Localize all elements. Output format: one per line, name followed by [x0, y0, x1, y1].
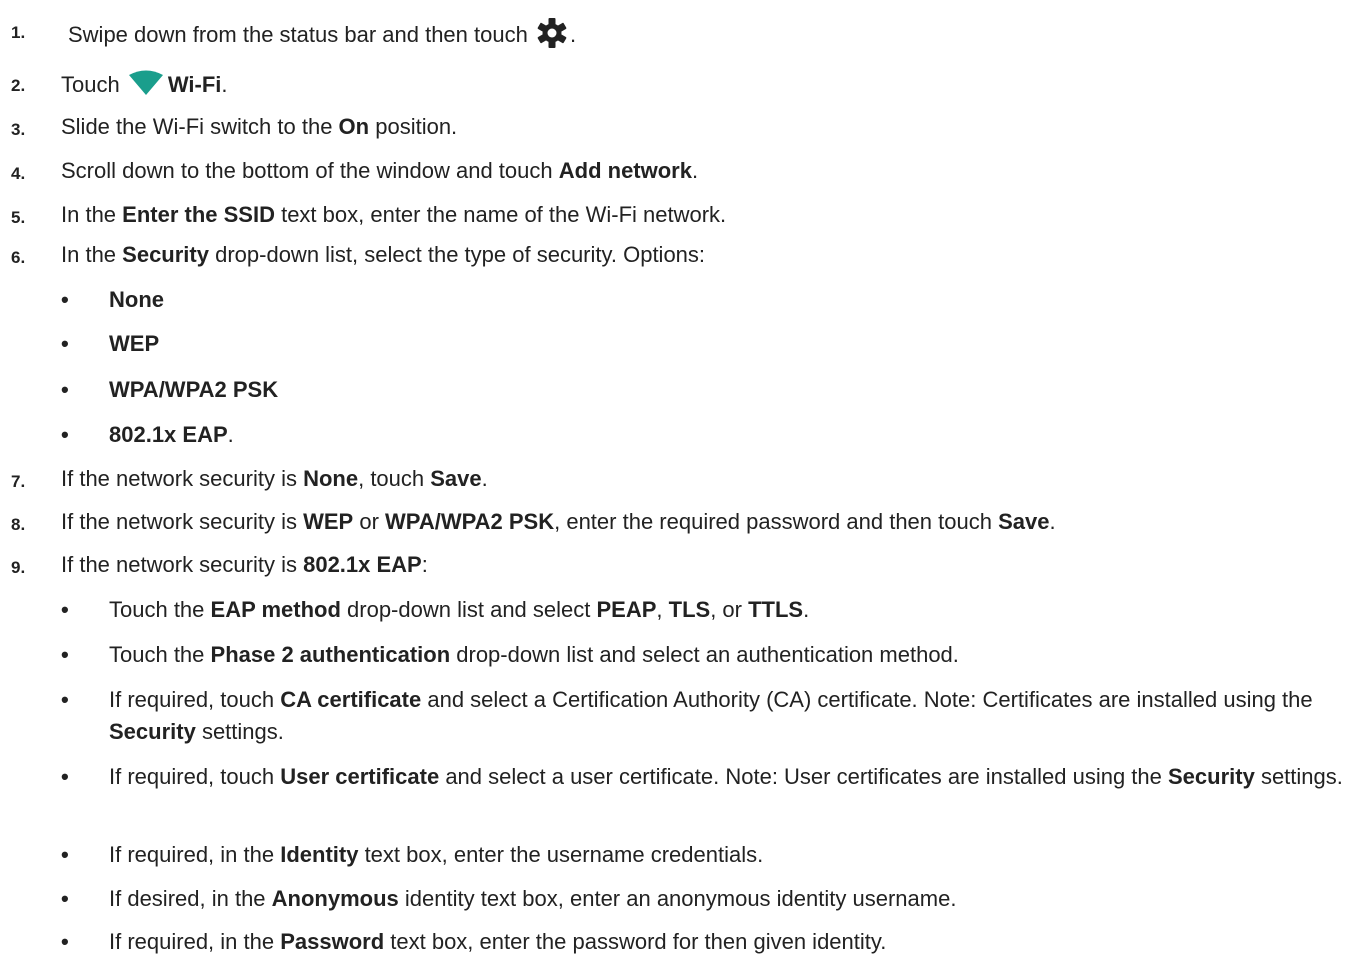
bullet: •	[61, 331, 69, 356]
step-number: 9.	[11, 558, 26, 577]
step-text-end: .	[569, 21, 577, 47]
gear-icon	[534, 17, 570, 55]
step-number: 1.	[11, 23, 26, 42]
bullet: •	[61, 597, 69, 622]
step-number: 4.	[11, 164, 26, 183]
wifi-label: Wi-Fi	[167, 71, 222, 97]
step-number: 7.	[11, 472, 26, 491]
on-label: On	[338, 114, 370, 139]
security-label: Security	[122, 242, 209, 267]
step-number: 5.	[11, 208, 26, 227]
step-number: 8.	[11, 515, 26, 534]
ssid-label: Enter the SSID	[122, 202, 275, 227]
add-network-label: Add network	[558, 158, 692, 183]
bullet: •	[61, 929, 69, 954]
bullet: •	[61, 422, 69, 447]
wifi-icon	[128, 70, 164, 102]
bullet: •	[61, 377, 69, 402]
step-text: Touch	[61, 71, 126, 97]
step-text: Swipe down from the status bar and then …	[68, 21, 534, 47]
step-number: 2.	[11, 76, 26, 95]
bullet: •	[61, 764, 69, 789]
bullet: •	[61, 842, 69, 867]
bullet: •	[61, 642, 69, 667]
bullet: •	[61, 687, 69, 712]
bullet: •	[61, 287, 69, 312]
bullet: •	[61, 886, 69, 911]
step-number: 3.	[11, 120, 26, 139]
step-number: 6.	[11, 248, 26, 267]
